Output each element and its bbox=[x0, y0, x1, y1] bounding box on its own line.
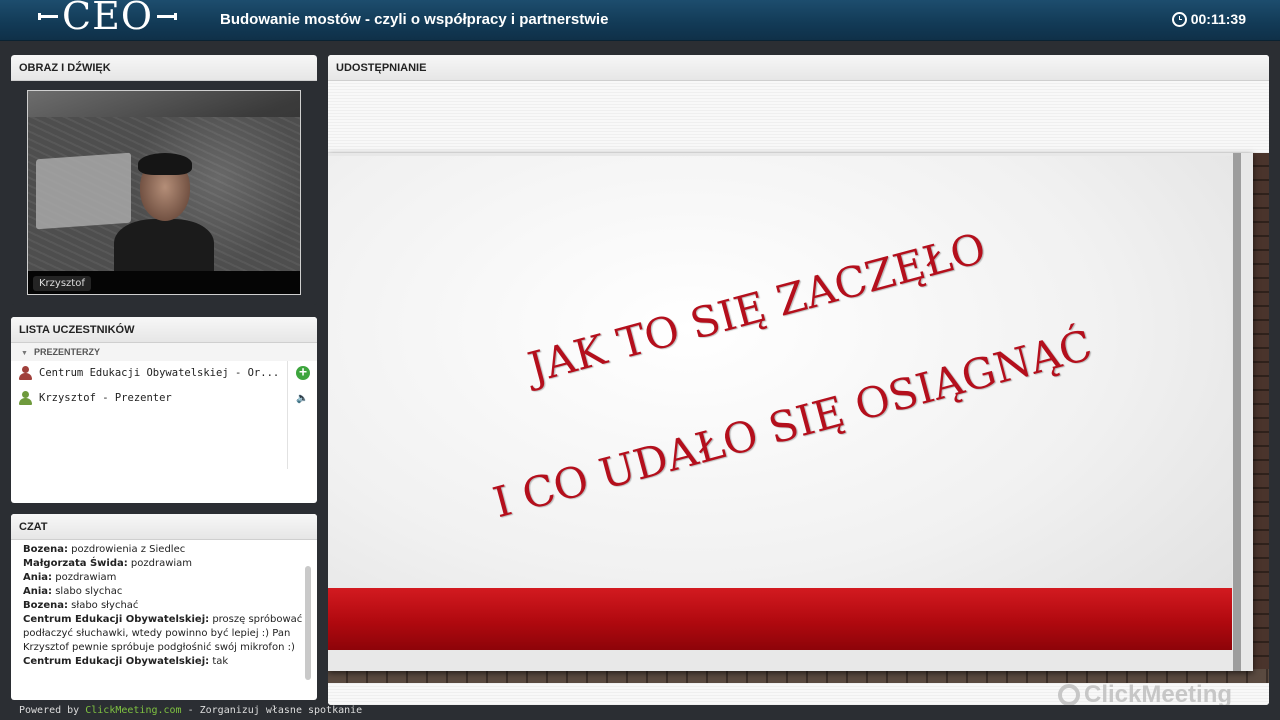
group-label: PREZENTERZY bbox=[33, 347, 100, 357]
footer: Powered by ClickMeeting.com - Zorganizuj… bbox=[19, 705, 362, 716]
av-panel-title: OBRAZ I DŹWIĘK bbox=[11, 55, 317, 81]
video-person-hair bbox=[138, 153, 192, 175]
meeting-title: Budowanie mostów - czyli o współpracy i … bbox=[220, 11, 609, 28]
chat-message: Bozena: pozdrowienia z Siedlec bbox=[23, 543, 303, 557]
chat-message: Centrum Edukacji Obywatelskiej: tak bbox=[23, 655, 303, 669]
participants-panel: LISTA UCZESTNIKÓW ▼ PREZENTERZY Centrum E… bbox=[11, 317, 317, 503]
share-stage: ClickMeeting bbox=[328, 81, 1269, 705]
participants-panel-title: LISTA UCZESTNIKÓW bbox=[11, 317, 317, 343]
user-icon bbox=[19, 391, 32, 405]
chat-text: słabo słychać bbox=[67, 600, 139, 611]
chat-panel: CZAT Bozena: pozdrowienia z Siedlec Małg… bbox=[11, 514, 317, 700]
chat-messages: Bozena: pozdrowienia z Siedlec Małgorzat… bbox=[23, 543, 303, 683]
clock-icon bbox=[1171, 11, 1187, 27]
participants-divider bbox=[287, 361, 288, 469]
top-bar: CEO Budowanie mostów - czyli o współprac… bbox=[0, 0, 1280, 41]
clickmeeting-logo-icon bbox=[1058, 684, 1080, 705]
participant-name: Centrum Edukacji Obywatelskiej - Or... bbox=[39, 367, 280, 379]
presenters-group-header[interactable]: ▼ PREZENTERZY bbox=[11, 343, 317, 361]
timer-value: 00:11:39 bbox=[1190, 11, 1246, 27]
video-name-tag: Krzysztof bbox=[33, 276, 91, 291]
chat-text: slabo slychac bbox=[52, 586, 123, 597]
chat-message: Małgorzata Świda: pozdrawiam bbox=[23, 557, 303, 571]
chat-author: Bozena: bbox=[23, 600, 68, 611]
participant-row[interactable]: Krzysztof - Prezenter 🔈 bbox=[11, 386, 317, 411]
share-panel-title: UDOSTĘPNIANIE bbox=[328, 55, 1269, 81]
chat-panel-title: CZAT bbox=[11, 514, 317, 540]
clickmeeting-link[interactable]: ClickMeeting.com bbox=[85, 705, 181, 716]
slide-edge bbox=[1233, 153, 1241, 671]
chat-message: Centrum Edukacji Obywatelskiej: proszę s… bbox=[23, 613, 303, 655]
footer-prefix: Powered by bbox=[19, 705, 86, 716]
clickmeeting-watermark: ClickMeeting bbox=[1058, 681, 1232, 705]
chat-author: Ania: bbox=[23, 586, 53, 597]
logo-text: CEO bbox=[62, 0, 153, 38]
chat-author: Centrum Edukacji Obywatelskiej: bbox=[23, 614, 210, 625]
video-whiteboard bbox=[36, 152, 131, 230]
chat-message: Bozena: słabo słychać bbox=[23, 599, 303, 613]
plus-icon[interactable]: + bbox=[296, 366, 310, 380]
speaker-icon[interactable]: 🔈 bbox=[296, 393, 310, 404]
ceo-logo: CEO bbox=[34, 0, 181, 38]
chat-text: pozdrawiam bbox=[52, 572, 117, 583]
av-panel: OBRAZ I DŹWIĘK Krzysztof bbox=[11, 55, 317, 305]
watermark-text: ClickMeeting bbox=[1084, 681, 1233, 705]
chat-text: pozdrawiam bbox=[127, 558, 193, 569]
chat-text: pozdrowienia z Siedlec bbox=[67, 544, 186, 555]
chat-text: tak bbox=[209, 656, 229, 667]
video-feed[interactable]: Krzysztof bbox=[27, 90, 301, 295]
chat-scrollbar[interactable] bbox=[305, 566, 311, 680]
chat-message: Ania: pozdrawiam bbox=[23, 571, 303, 585]
video-person-body bbox=[114, 219, 214, 279]
chat-author: Centrum Edukacji Obywatelskiej: bbox=[23, 656, 210, 667]
chat-author: Bozena: bbox=[23, 544, 68, 555]
collapse-triangle-icon[interactable]: ▼ bbox=[21, 350, 28, 357]
share-panel: UDOSTĘPNIANIE ClickMeeting JAK TO SIĘ ZA… bbox=[328, 55, 1269, 705]
participant-row[interactable]: Centrum Edukacji Obywatelskiej - Or... + bbox=[11, 361, 317, 386]
chat-message: Ania: slabo slychac bbox=[23, 585, 303, 599]
logo-dash-right bbox=[156, 12, 177, 20]
chat-author: Małgorzata Świda: bbox=[23, 558, 128, 569]
footer-suffix: - Zorganizuj własne spotkanie bbox=[181, 705, 363, 716]
participant-name: Krzysztof - Prezenter bbox=[39, 392, 172, 404]
logo-dash-left bbox=[38, 12, 58, 20]
user-icon bbox=[19, 366, 32, 380]
meeting-timer: 00:11:39 bbox=[1171, 11, 1246, 27]
slide-red-band bbox=[328, 588, 1232, 650]
chat-author: Ania: bbox=[23, 572, 53, 583]
